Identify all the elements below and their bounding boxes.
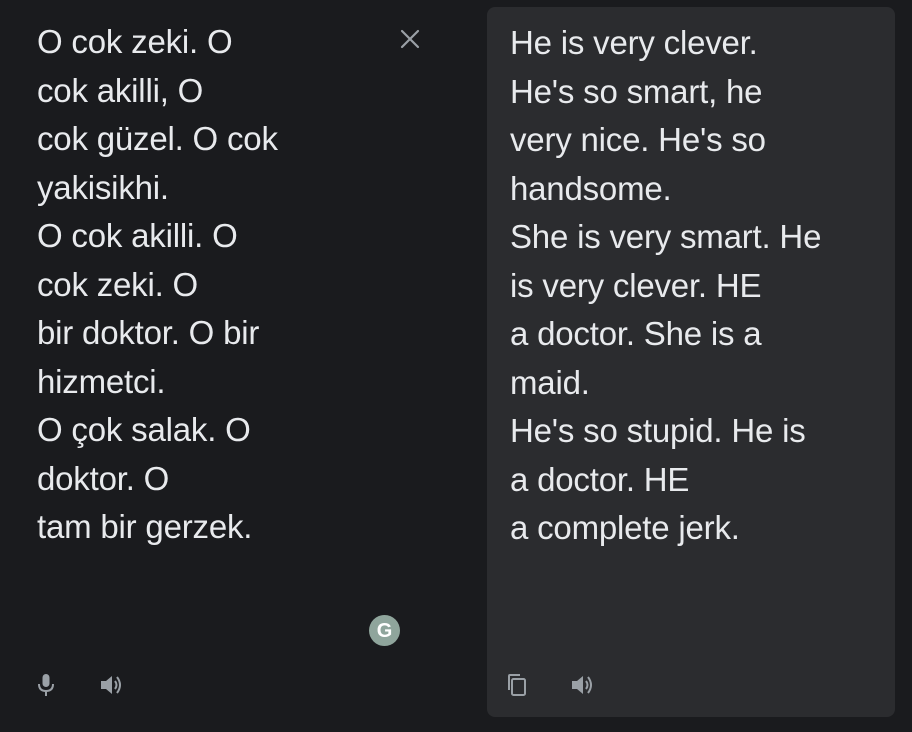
translation-output: He is very clever. He's so smart, he ver… xyxy=(510,24,822,546)
source-text-input[interactable]: O cok zeki. O cok akilli, O cok güzel. O… xyxy=(37,18,382,552)
copy-translation-button[interactable] xyxy=(503,671,531,699)
target-panel: He is very clever. He's so smart, he ver… xyxy=(487,7,895,717)
microphone-button[interactable] xyxy=(32,671,60,699)
translate-app: O cok zeki. O cok akilli, O cok güzel. O… xyxy=(0,0,912,732)
source-panel: O cok zeki. O cok akilli, O cok güzel. O… xyxy=(0,0,470,732)
listen-source-button[interactable] xyxy=(97,671,125,699)
listen-translation-button[interactable] xyxy=(568,671,596,699)
microphone-icon xyxy=(38,674,54,696)
speaker-icon xyxy=(101,676,121,694)
grammarly-letter: G xyxy=(377,620,393,642)
copy-icon xyxy=(508,674,526,696)
grammarly-icon: G xyxy=(377,620,393,642)
grammarly-badge[interactable]: G xyxy=(369,615,400,646)
speaker-icon xyxy=(572,676,592,694)
close-icon xyxy=(400,29,420,49)
clear-source-button[interactable] xyxy=(398,27,422,51)
